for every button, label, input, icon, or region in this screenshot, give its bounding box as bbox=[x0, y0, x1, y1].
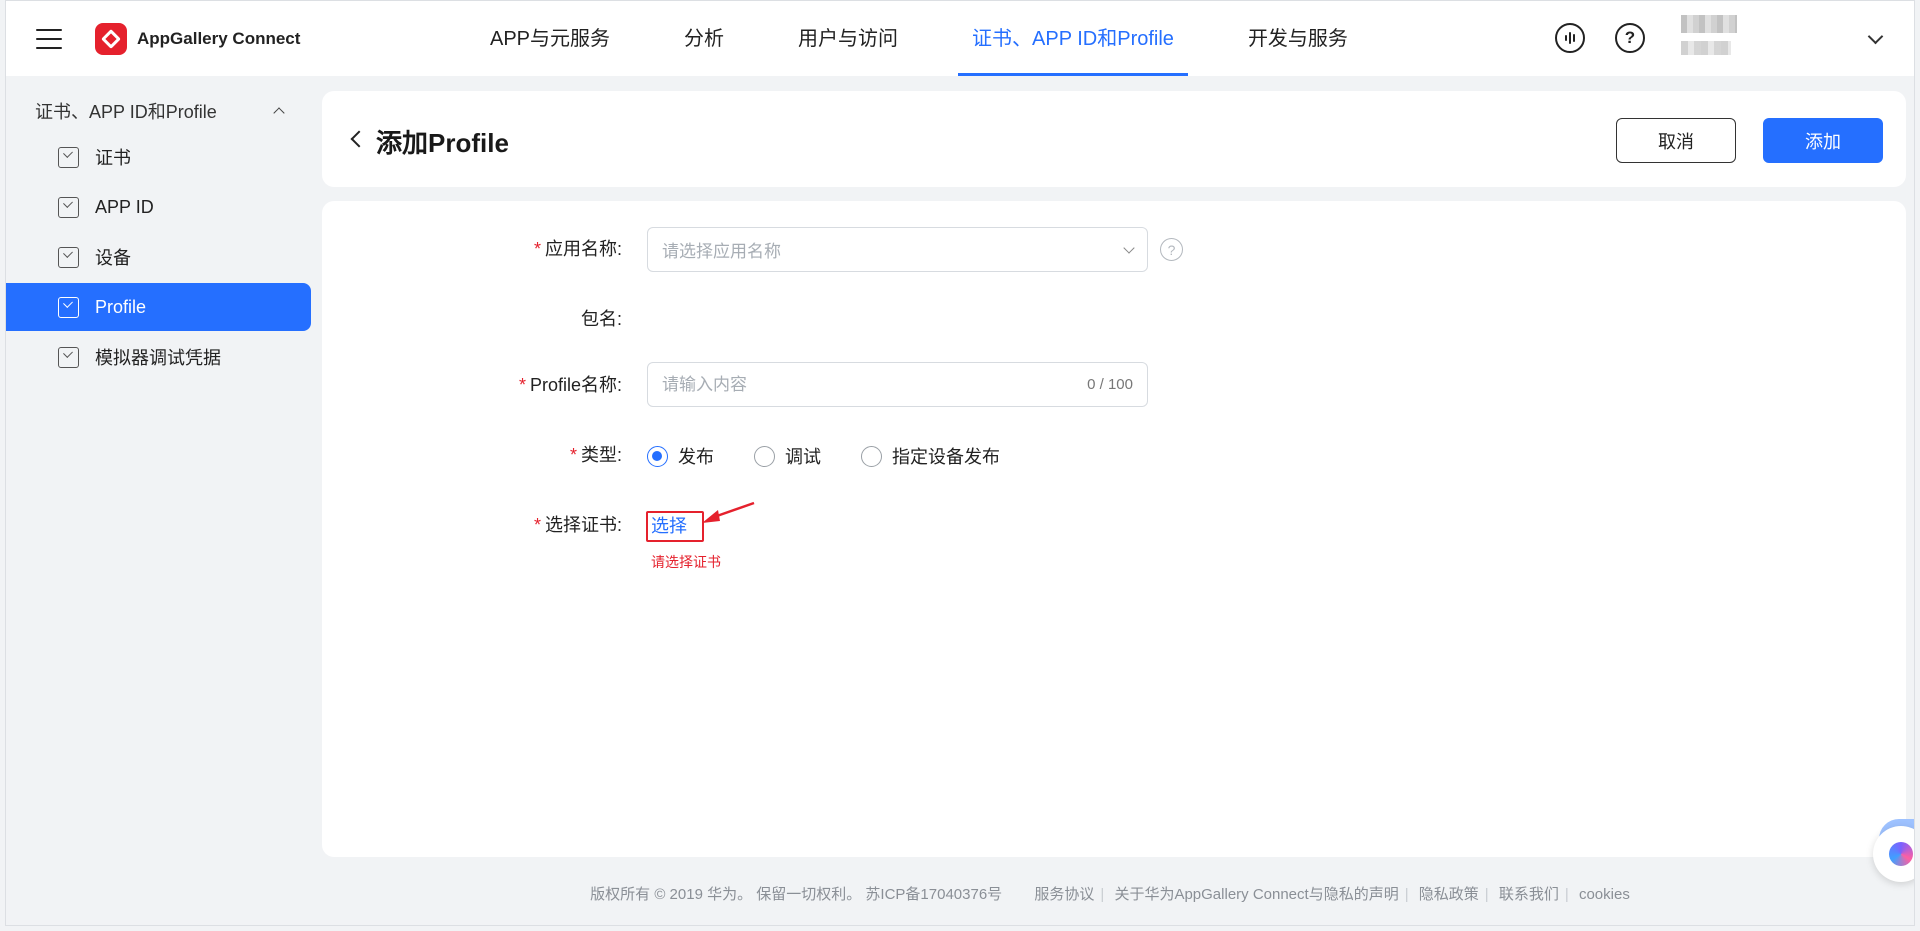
top-bar: AppGallery Connect APP与元服务 分析 用户与访问 证书、A… bbox=[6, 1, 1914, 76]
question-mark-icon[interactable]: ? bbox=[1160, 238, 1183, 261]
select-certificate-link[interactable]: 选择 bbox=[651, 512, 687, 538]
radio-release[interactable]: 发布 bbox=[647, 443, 714, 469]
sidebar-item-devices[interactable]: 设备 bbox=[6, 233, 311, 281]
radio-device-release[interactable]: 指定设备发布 bbox=[861, 443, 1000, 469]
document-icon bbox=[58, 346, 79, 368]
sidebar-item-app-id[interactable]: APP ID bbox=[6, 183, 311, 231]
footer-link-privacy-policy[interactable]: 隐私政策 bbox=[1419, 886, 1479, 903]
sidebar-item-label: 设备 bbox=[95, 248, 131, 268]
annotation-arrow-icon bbox=[702, 501, 755, 523]
profile-name-label: * Profile名称: bbox=[518, 375, 622, 395]
brand[interactable]: AppGallery Connect bbox=[95, 23, 300, 55]
sidebar-item-emulator-credentials[interactable]: 模拟器调试凭据 bbox=[6, 333, 311, 381]
document-icon bbox=[58, 196, 79, 218]
nav-certificates[interactable]: 证书、APP ID和Profile bbox=[958, 1, 1188, 76]
footer-link-service-agreement[interactable]: 服务协议 bbox=[1034, 886, 1094, 903]
profile-form: *应用名称: 请选择应用名称 ? 包名: *Profile名称: 0 / 100… bbox=[322, 201, 1906, 857]
user-name-blurred bbox=[1681, 41, 1731, 55]
radio-dot bbox=[861, 445, 882, 467]
appgallery-logo-icon bbox=[95, 23, 127, 55]
ai-assistant-icon bbox=[1889, 842, 1913, 866]
document-icon bbox=[58, 296, 79, 318]
assistant-button[interactable] bbox=[1873, 826, 1914, 882]
page-header: 添加Profile 取消 添加 bbox=[322, 91, 1906, 187]
document-icon bbox=[58, 246, 79, 268]
chevron-down-icon[interactable] bbox=[1867, 28, 1884, 45]
radio-dot bbox=[647, 445, 668, 467]
sidebar-item-profile[interactable]: Profile bbox=[6, 283, 311, 331]
certificate-label: * 选择证书: bbox=[533, 515, 622, 535]
sidebar: 证书、APP ID和Profile 证书 APP ID 设备 Profile 模… bbox=[6, 91, 311, 381]
profile-name-input[interactable] bbox=[662, 374, 1088, 395]
footer-link-contact-us[interactable]: 联系我们 bbox=[1499, 886, 1559, 903]
footer-link-privacy-statement[interactable]: 关于华为AppGallery Connect与隐私的声明 bbox=[1114, 886, 1398, 903]
user-account[interactable] bbox=[1681, 15, 1741, 65]
chevron-down-icon bbox=[1123, 241, 1135, 254]
help-icon[interactable]: ? bbox=[1615, 23, 1645, 53]
document-icon bbox=[58, 146, 79, 168]
app-name-label: * 应用名称: bbox=[533, 239, 622, 259]
sidebar-group-label: 证书、APP ID和Profile bbox=[35, 102, 217, 122]
nav-users-access[interactable]: 用户与访问 bbox=[784, 1, 912, 76]
back-arrow-icon[interactable] bbox=[350, 130, 368, 148]
menu-icon[interactable] bbox=[36, 29, 62, 49]
sidebar-item-label: 证书 bbox=[95, 148, 131, 168]
top-nav: APP与元服务 分析 用户与访问 证书、APP ID和Profile 开发与服务 bbox=[476, 1, 1408, 76]
sidebar-item-label: 模拟器调试凭据 bbox=[95, 348, 221, 368]
radio-debug[interactable]: 调试 bbox=[754, 443, 821, 469]
radio-dot bbox=[754, 445, 775, 467]
profile-name-field[interactable]: 0 / 100 bbox=[647, 362, 1148, 407]
type-radio-group: 发布 调试 指定设备发布 bbox=[647, 443, 1040, 469]
app-window: AppGallery Connect APP与元服务 分析 用户与访问 证书、A… bbox=[5, 0, 1915, 926]
sidebar-item-certificates[interactable]: 证书 bbox=[6, 133, 311, 181]
app-name-placeholder: 请选择应用名称 bbox=[662, 242, 781, 261]
nav-dev-services[interactable]: 开发与服务 bbox=[1234, 1, 1362, 76]
chevron-up-icon bbox=[273, 107, 285, 119]
avatar bbox=[1681, 15, 1737, 33]
brand-name: AppGallery Connect bbox=[137, 29, 301, 48]
app-name-select[interactable]: 请选择应用名称 bbox=[647, 227, 1148, 272]
feedback-icon[interactable] bbox=[1555, 23, 1585, 53]
footer-link-cookies[interactable]: cookies bbox=[1579, 886, 1630, 903]
sidebar-item-label: APP ID bbox=[95, 196, 154, 217]
certificate-error: 请选择证书 bbox=[651, 554, 721, 570]
char-counter: 0 / 100 bbox=[1087, 376, 1133, 393]
copyright-text: 版权所有 © 2019 华为。 保留一切权利。 苏ICP备17040376号 bbox=[590, 886, 1003, 903]
sidebar-item-label: Profile bbox=[95, 296, 147, 317]
nav-app-services[interactable]: APP与元服务 bbox=[476, 1, 624, 76]
footer: 版权所有 © 2019 华为。 保留一切权利。 苏ICP备17040376号 服… bbox=[590, 886, 1630, 903]
type-label: * 类型: bbox=[569, 445, 622, 465]
nav-analytics[interactable]: 分析 bbox=[670, 1, 738, 76]
add-button[interactable]: 添加 bbox=[1763, 118, 1883, 163]
package-label: 包名: bbox=[580, 309, 622, 329]
sidebar-group-certificates[interactable]: 证书、APP ID和Profile bbox=[6, 91, 311, 131]
page-title: 添加Profile bbox=[376, 128, 509, 158]
cancel-button[interactable]: 取消 bbox=[1616, 118, 1736, 163]
